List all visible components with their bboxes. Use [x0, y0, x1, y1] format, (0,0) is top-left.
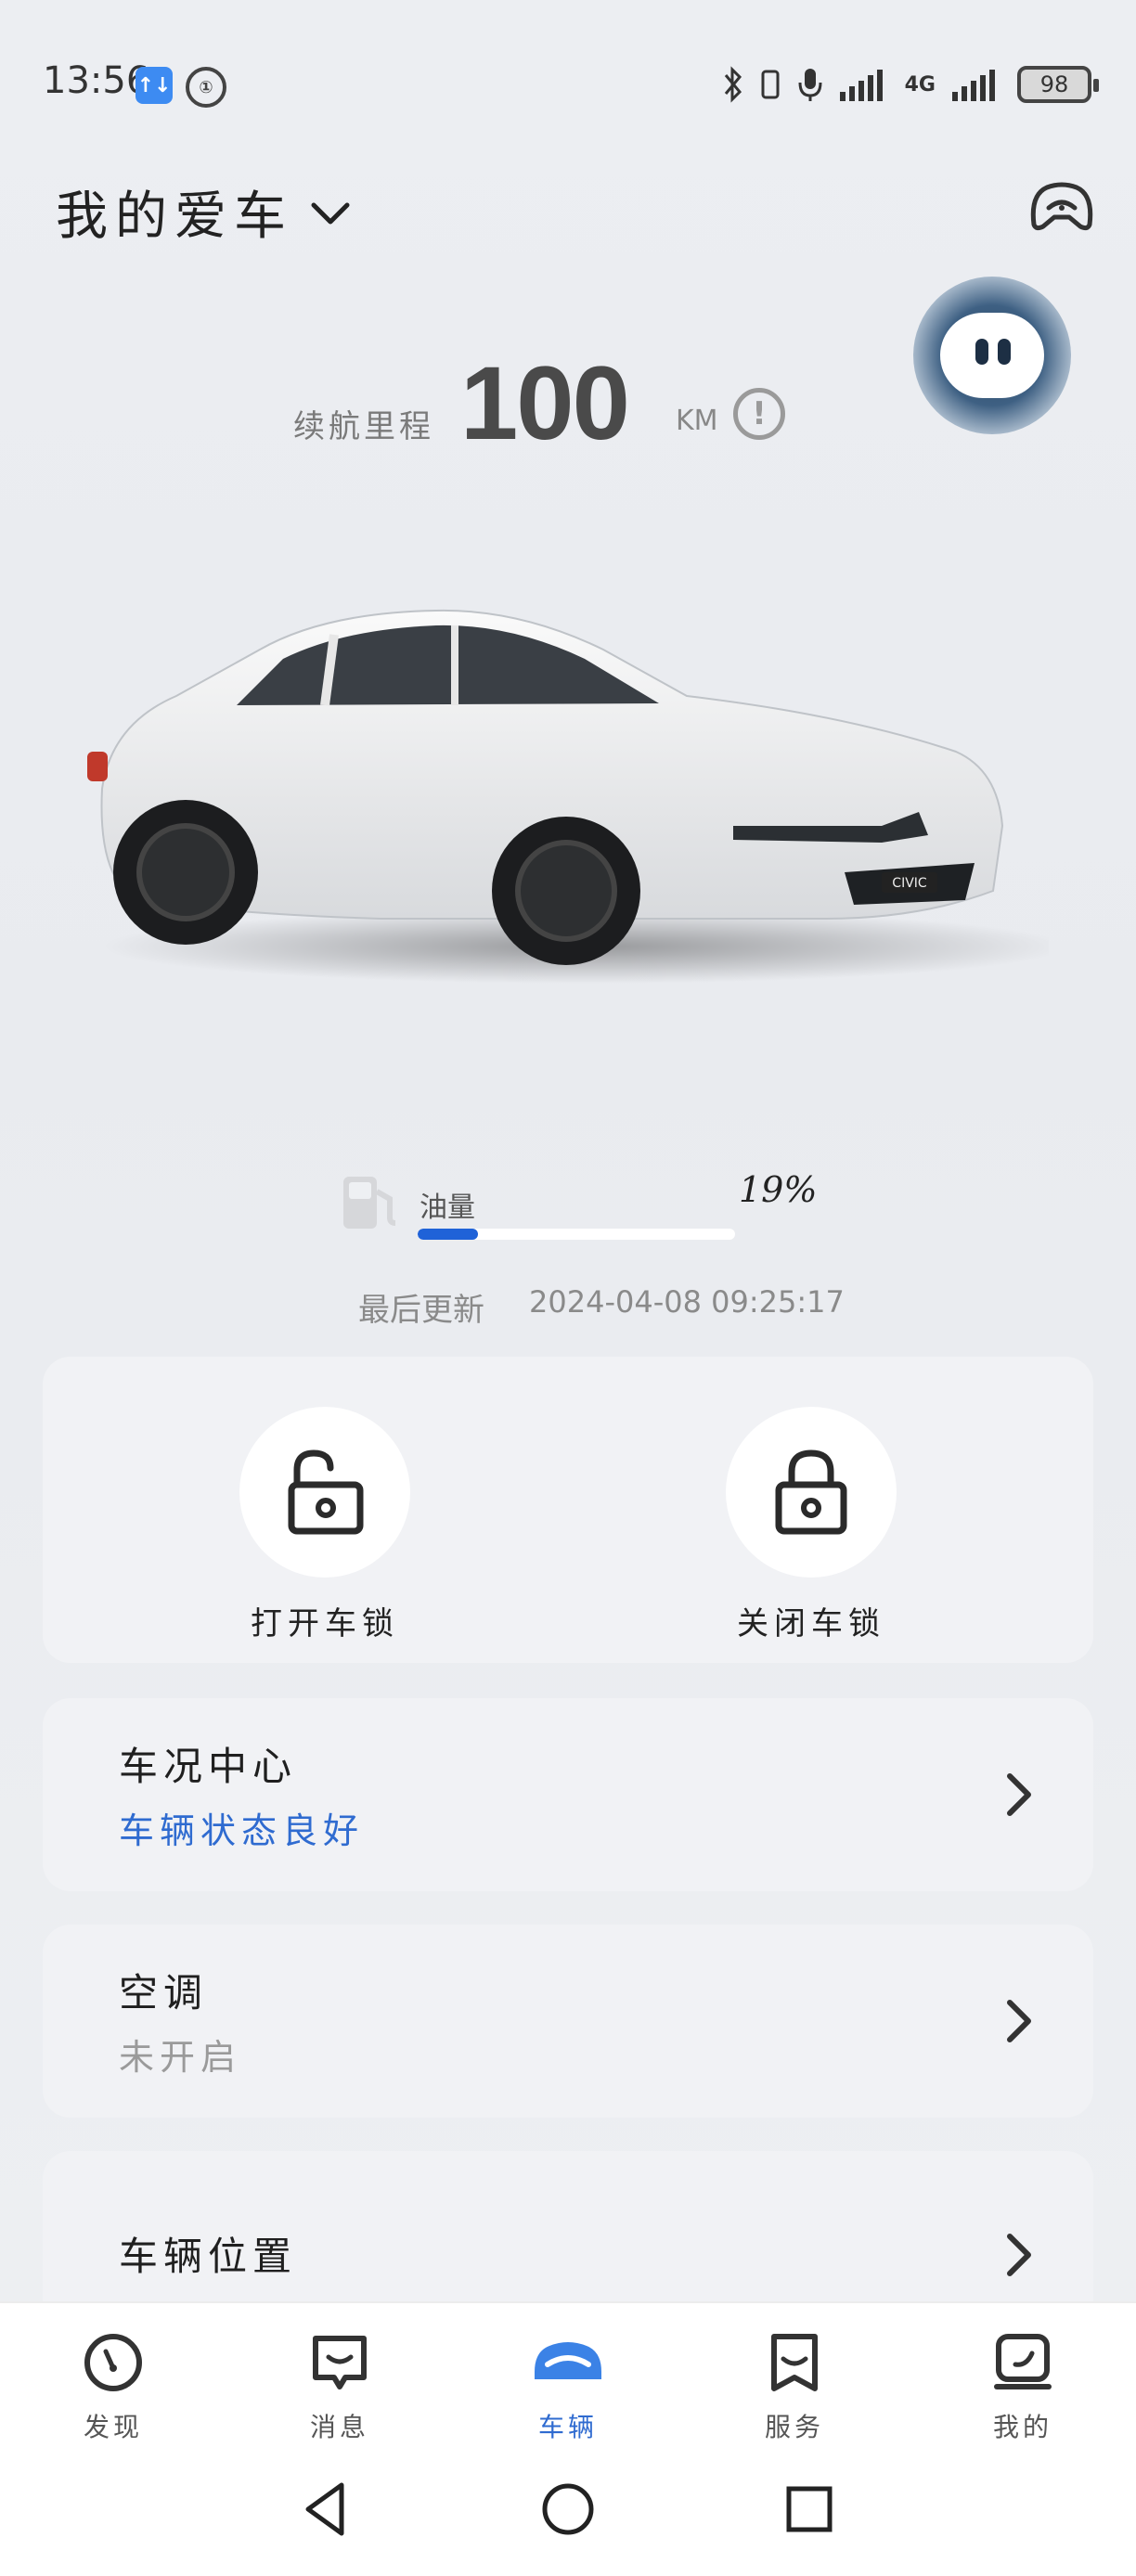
- vehicle-status-row[interactable]: 车况中心 车辆状态良好: [43, 1698, 1093, 1891]
- range-unit: KM: [676, 405, 718, 437]
- tab-messages[interactable]: 消息: [284, 2331, 395, 2444]
- status-time: 13:56: [43, 59, 150, 102]
- tab-vehicle[interactable]: 车辆: [512, 2331, 624, 2444]
- tab-messages-label: 消息: [309, 2412, 369, 2442]
- microphone-icon: [798, 69, 822, 101]
- status-indicators: 4G 98: [723, 61, 1099, 108]
- page-title: 我的爱车: [56, 187, 293, 247]
- network-type-label: 4G: [904, 72, 936, 97]
- lock-label: 关闭车锁: [737, 1605, 885, 1642]
- chevron-right-icon: [1007, 1773, 1031, 1816]
- remote-control-icon[interactable]: [1026, 176, 1097, 236]
- range-label: 续航里程: [293, 408, 434, 445]
- home-icon[interactable]: [538, 2479, 598, 2539]
- data-transfer-icon: ↑↓: [136, 67, 173, 104]
- chevron-down-icon: [311, 202, 350, 224]
- profile-icon: [994, 2334, 1052, 2389]
- fuel-label: 油量: [420, 1191, 475, 1224]
- lock-button[interactable]: 关闭车锁: [726, 1407, 897, 1643]
- vehicle-selector[interactable]: 我的爱车: [56, 174, 353, 250]
- lock-circle[interactable]: [726, 1407, 897, 1578]
- compass-icon: [84, 2334, 142, 2391]
- air-conditioning-status: 未开启: [119, 2037, 242, 2078]
- bluetooth-icon: [724, 66, 742, 103]
- tab-services-label: 服务: [764, 2412, 824, 2442]
- system-nav-bar: [0, 2450, 1136, 2576]
- tab-profile-label: 我的: [992, 2412, 1052, 2442]
- service-icon: [771, 2334, 818, 2391]
- tab-vehicle-label: 车辆: [537, 2412, 598, 2442]
- air-conditioning-row[interactable]: 空调 未开启: [43, 1925, 1093, 2118]
- chevron-right-icon: [1007, 2000, 1031, 2042]
- fuel-pump-icon: [343, 1177, 396, 1229]
- last-update-timestamp: 2024-04-08 09:25:17: [529, 1284, 845, 1320]
- range-value: 100: [460, 345, 630, 461]
- unlock-label: 打开车锁: [251, 1605, 399, 1642]
- recent-apps-icon[interactable]: [781, 2479, 837, 2539]
- range-display: 续航里程 100 KM !: [0, 343, 1136, 461]
- tab-profile[interactable]: 我的: [967, 2331, 1078, 2444]
- tab-discover-label: 发现: [83, 2412, 143, 2442]
- fuel-percent: 19%: [739, 1169, 818, 1210]
- car-image: CIVIC: [87, 609, 1049, 984]
- tab-discover[interactable]: 发现: [58, 2331, 169, 2444]
- air-conditioning-title: 空调: [119, 1970, 209, 2016]
- svg-text:CIVIC: CIVIC: [892, 876, 927, 891]
- unlock-button[interactable]: 打开车锁: [239, 1407, 410, 1643]
- vehicle-status-title: 车况中心: [119, 1744, 298, 1789]
- back-icon[interactable]: [299, 2479, 355, 2539]
- fuel-bar-fill: [418, 1229, 478, 1240]
- vehicle-location-title: 车辆位置: [119, 2234, 298, 2279]
- battery-icon: 98: [1017, 66, 1099, 103]
- car-icon: [535, 2342, 601, 2379]
- status-bar: 13:56 ↑↓ ① 4G 98: [0, 0, 1136, 167]
- vibrate-icon: [761, 70, 780, 99]
- app-header: 我的爱车: [0, 167, 1136, 260]
- fuel-gauge: 油量 19%: [0, 1169, 1136, 1243]
- range-info-icon[interactable]: !: [733, 388, 785, 440]
- lock-icon: [775, 1449, 847, 1535]
- notification-app-icon: ①: [186, 67, 226, 108]
- last-update-label: 最后更新: [358, 1292, 484, 1329]
- vehicle-status-value: 车辆状态良好: [119, 1810, 365, 1851]
- message-icon: [313, 2336, 367, 2389]
- tab-services[interactable]: 服务: [739, 2331, 850, 2444]
- last-update: 最后更新 2024-04-08 09:25:17: [358, 1284, 845, 1330]
- unlock-circle[interactable]: [239, 1407, 410, 1578]
- signal-icon-2: [952, 70, 995, 101]
- signal-icon: [839, 70, 883, 101]
- bottom-tab-bar: 发现 消息 车辆 服务 我的: [0, 2301, 1136, 2450]
- chevron-right-icon: [1007, 2234, 1031, 2276]
- unlock-icon: [288, 1449, 364, 1535]
- lock-control-card: 打开车锁 关闭车锁: [43, 1357, 1093, 1663]
- fuel-bar-track: [418, 1229, 735, 1240]
